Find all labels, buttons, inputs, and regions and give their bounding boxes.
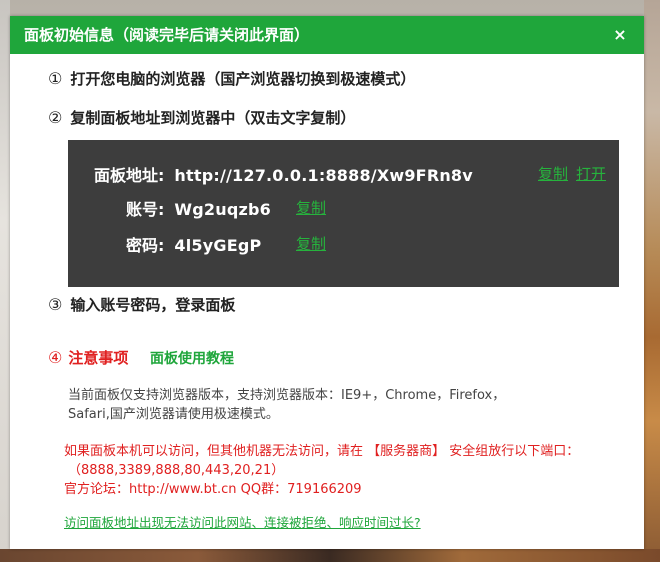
- port-warning-line-1: 如果面板本机可以访问，但其他机器无法访问，请在 【服务器商】 安全组放行以下端口…: [64, 444, 580, 459]
- account-label: 账号:: [126, 200, 165, 219]
- notice-heading: ④ 注意事项: [48, 347, 128, 368]
- password-value[interactable]: 4l5yGEgP: [174, 236, 261, 255]
- dialog-titlebar: 面板初始信息（阅读完毕后请关闭此界面） ×: [10, 16, 644, 54]
- step-number: ①: [48, 69, 63, 88]
- port-warning-line-2: （8888,3389,888,80,443,20,21）: [68, 463, 285, 478]
- step-login: ③ 输入账号密码，登录面板: [48, 294, 235, 315]
- browser-support-line-1: 当前面板仅支持浏览器版本，支持浏览器版本：IE9+，Chrome，Firefox…: [68, 388, 506, 403]
- step-copy-address: ② 复制面板地址到浏览器中（双击文字复制）: [48, 107, 355, 128]
- access-help-link[interactable]: 访问面板地址出现无法访问此网站、连接被拒绝、响应时间过长?: [64, 512, 421, 531]
- dialog-title: 面板初始信息（阅读完毕后请关闭此界面）: [24, 26, 310, 44]
- forum-qq-line: 官方论坛：http://www.bt.cn QQ群：719166209: [64, 482, 362, 497]
- password-label: 密码:: [126, 236, 165, 255]
- close-icon[interactable]: ×: [610, 16, 630, 54]
- step-text: 输入账号密码，登录面板: [70, 296, 236, 314]
- initial-info-dialog: 面板初始信息（阅读完毕后请关闭此界面） × ① 打开您电脑的浏览器（国产浏览器切换…: [10, 16, 644, 549]
- copy-password-link[interactable]: 复制: [296, 233, 326, 254]
- address-value[interactable]: http://127.0.0.1:8888/Xw9FRn8v: [174, 166, 472, 185]
- open-address-link[interactable]: 打开: [576, 163, 606, 184]
- account-value[interactable]: Wg2uqzb6: [174, 200, 271, 219]
- background-right: [644, 0, 660, 562]
- copy-address-link[interactable]: 复制: [538, 163, 568, 184]
- tutorial-link[interactable]: 面板使用教程: [150, 348, 234, 368]
- step-number: ③: [48, 295, 63, 314]
- copy-account-link[interactable]: 复制: [296, 197, 326, 218]
- step-text: 复制面板地址到浏览器中（双击文字复制）: [70, 109, 356, 127]
- step-number: ②: [48, 108, 63, 127]
- step-text: 打开您电脑的浏览器（国产浏览器切换到极速模式）: [70, 70, 416, 88]
- browser-support-line-2: Safari,国产浏览器请使用极速模式。: [68, 407, 279, 422]
- account-row: 账号: Wg2uqzb6: [126, 196, 271, 220]
- browser-support-note: 当前面板仅支持浏览器版本，支持浏览器版本：IE9+，Chrome，Firefox…: [68, 386, 588, 424]
- address-label: 面板地址:: [94, 166, 165, 185]
- background-bottom: [0, 549, 660, 562]
- password-row: 密码: 4l5yGEgP: [126, 232, 261, 256]
- notice-number: ④: [48, 348, 63, 367]
- credentials-panel: 面板地址: http://127.0.0.1:8888/Xw9FRn8v 复制 打…: [68, 140, 619, 287]
- address-row: 面板地址: http://127.0.0.1:8888/Xw9FRn8v: [94, 162, 473, 186]
- background-left: [0, 0, 10, 549]
- step-open-browser: ① 打开您电脑的浏览器（国产浏览器切换到极速模式）: [48, 68, 415, 89]
- notice-title: 注意事项: [68, 349, 129, 367]
